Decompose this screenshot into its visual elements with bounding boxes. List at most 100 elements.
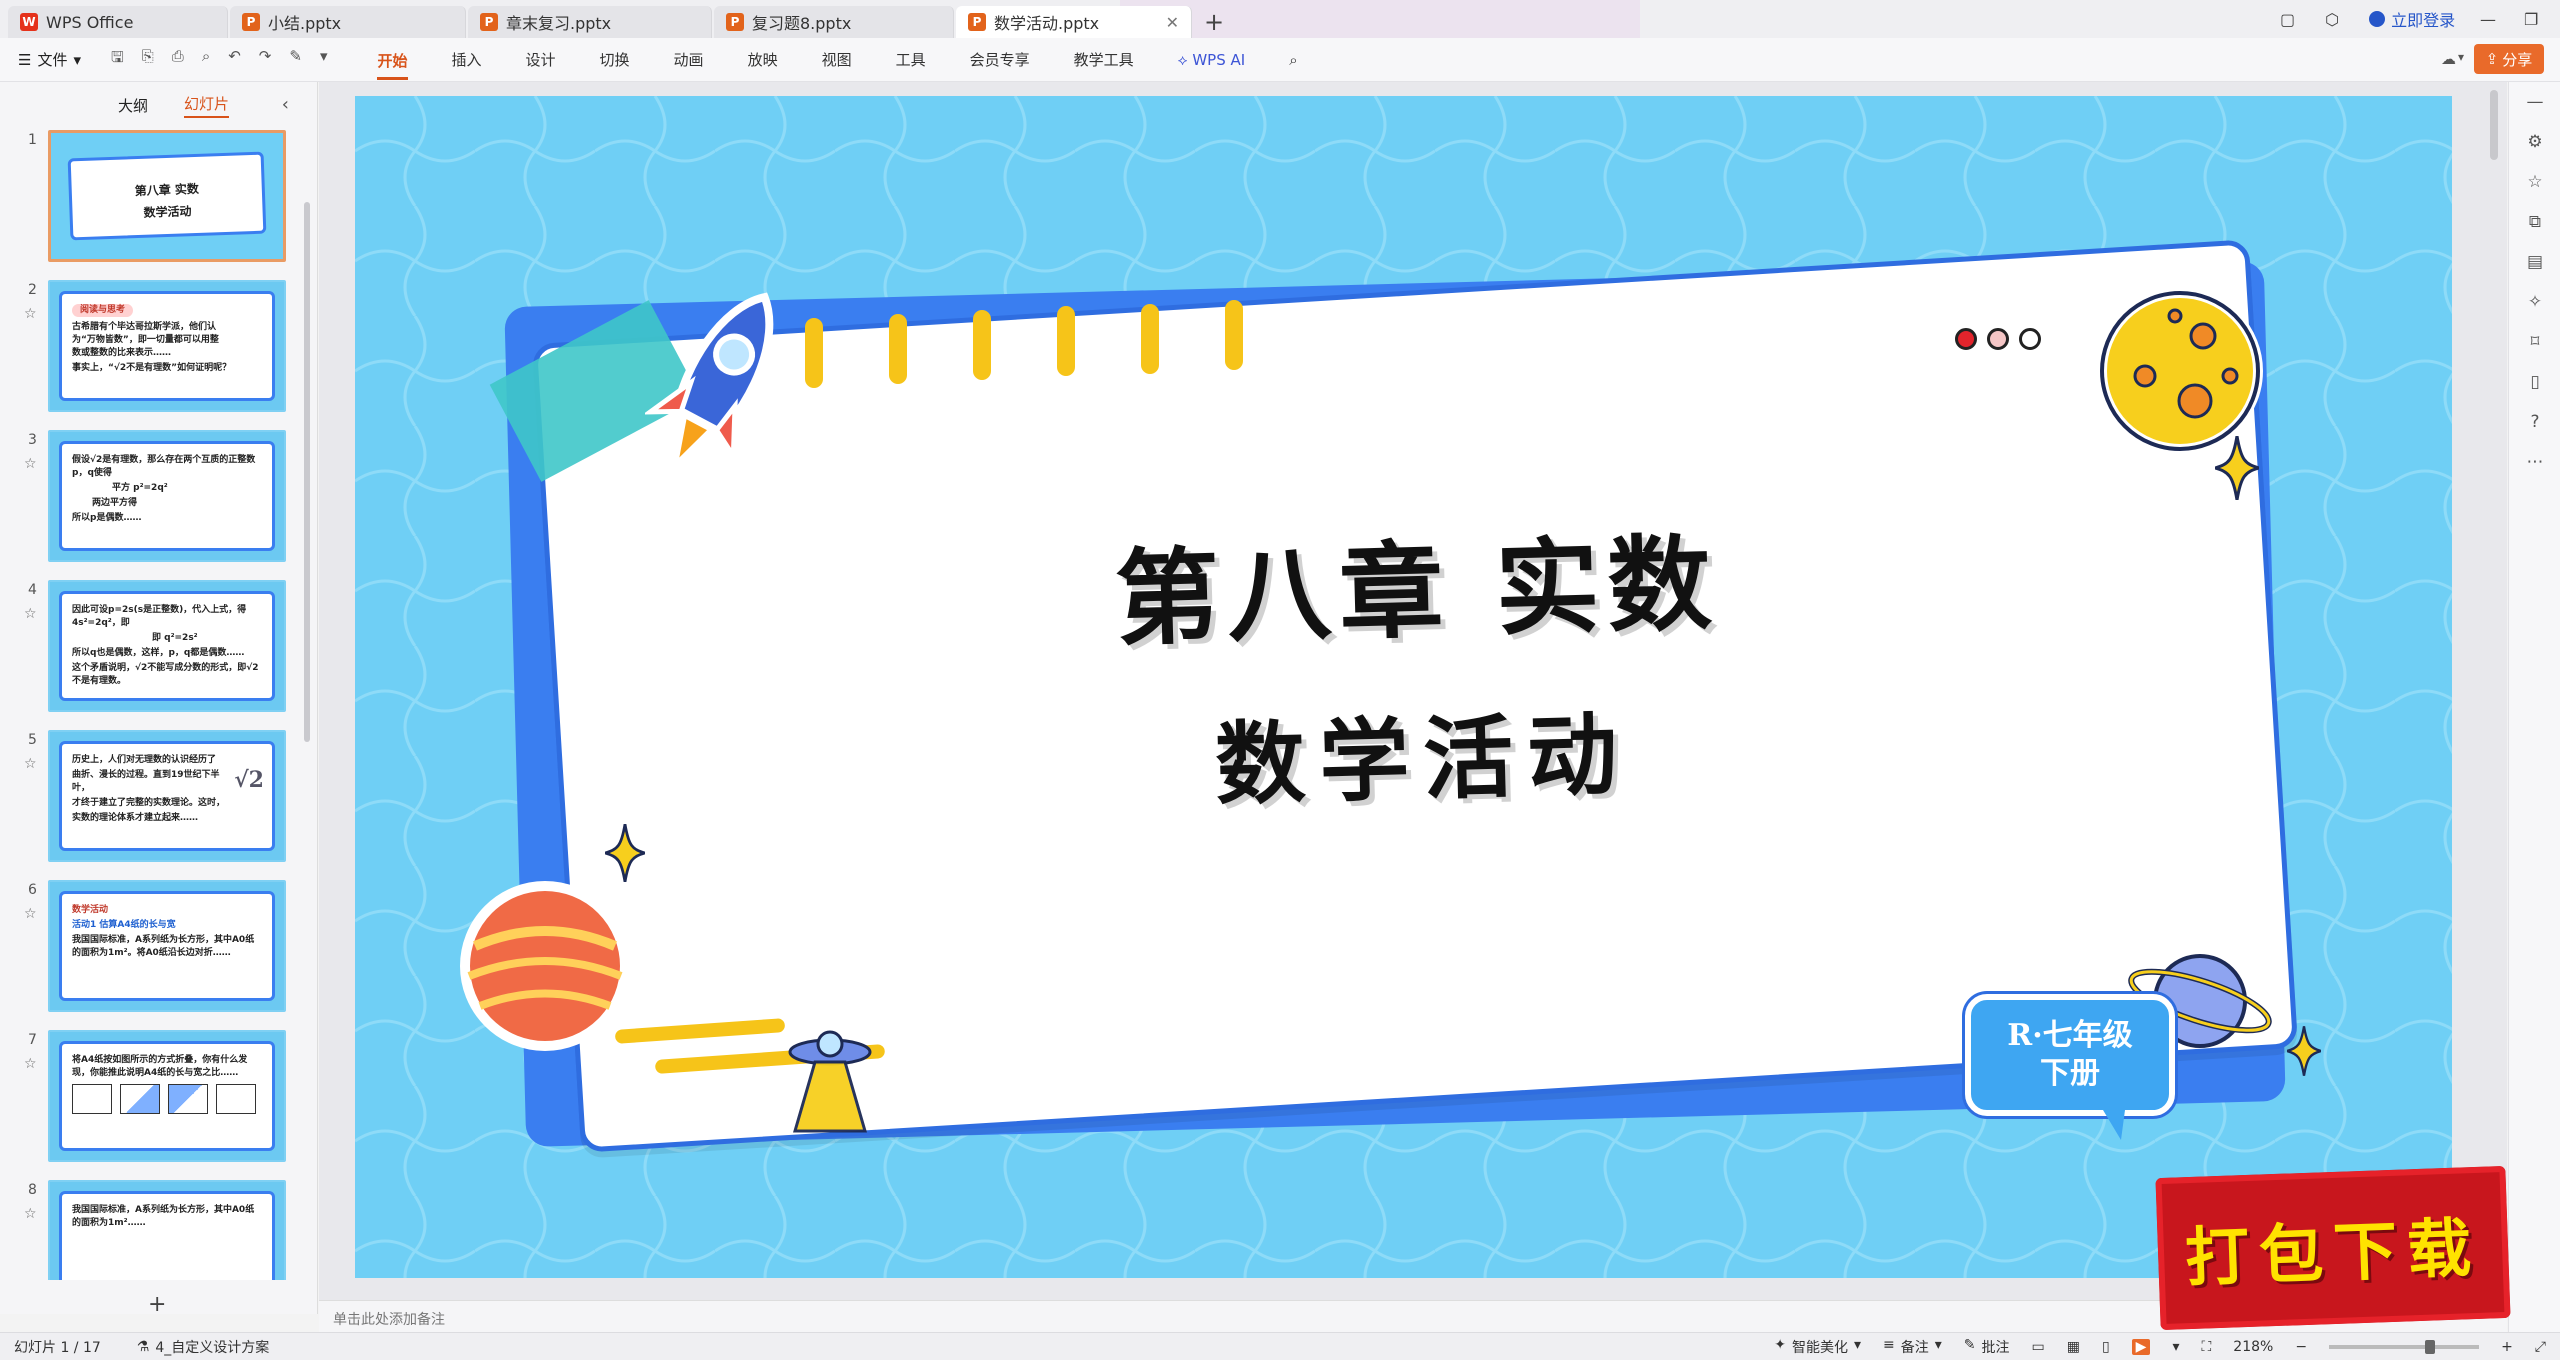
slide-thumbnail-4[interactable]: 4 ☆ 因此可设p=2s(s是正整数)，代入上式，得4s²=2q²，即 即 q²… xyxy=(0,580,318,720)
tab-document-active[interactable]: P 数学活动.pptx ✕ xyxy=(956,6,1192,38)
layout-icon[interactable]: ▤ xyxy=(2509,242,2560,282)
tab-slides[interactable]: 幻灯片 xyxy=(184,93,230,118)
thumbnail-text: 阅读与思考 xyxy=(72,304,134,317)
thumbnail-preview[interactable]: 数学活动 活动1 估算A4纸的长与宽 我国国际标准，A系列纸为长方形，其中A0纸… xyxy=(48,880,286,1012)
thumbnail-preview[interactable]: 第八章 实数 数学活动 xyxy=(48,130,286,262)
ribbon-tab-animation[interactable]: 动画 xyxy=(674,49,704,70)
undo-icon[interactable]: ↶ xyxy=(228,47,241,72)
comments-button[interactable]: ✎ 批注 xyxy=(1964,1337,2010,1357)
star-icon: ☆ xyxy=(24,906,37,922)
thumbnail-preview[interactable]: 因此可设p=2s(s是正整数)，代入上式，得4s²=2q²，即 即 q²=2s²… xyxy=(48,580,286,712)
thumbnail-preview[interactable]: 将A4纸按如图所示的方式折叠，你有什么发现，你能推此说明A4纸的长与宽之比…… xyxy=(48,1030,286,1162)
ribbon-tab-teaching[interactable]: 教学工具 xyxy=(1074,49,1134,70)
more-chevron-icon[interactable]: ▾ xyxy=(320,47,328,72)
more-icon[interactable]: ⋯ xyxy=(2509,442,2560,482)
slide-title[interactable]: 第八章 实数 xyxy=(1113,498,1757,666)
slide-editing-canvas: 第八章 实数 数学活动 R·七年级 下册 xyxy=(319,82,2507,1314)
ribbon-tab-insert[interactable]: 插入 xyxy=(452,49,482,70)
format-painter-icon[interactable]: ✎ xyxy=(289,47,302,72)
page-icon[interactable]: ▯ xyxy=(2509,362,2560,402)
save-icon[interactable]: 🖫 xyxy=(111,47,124,72)
close-icon[interactable]: ✕ xyxy=(1166,13,1179,32)
login-button[interactable]: 立即登录 xyxy=(2369,7,2455,31)
preview-icon[interactable]: ⌕ xyxy=(202,47,210,72)
thumbnail-text: 活动1 估算A4纸的长与宽 xyxy=(72,920,176,930)
export-icon[interactable]: ⎘ xyxy=(142,47,154,72)
zoom-out-icon[interactable]: − xyxy=(2295,1339,2307,1355)
chevron-down-icon: ▾ xyxy=(73,50,81,69)
minimize-icon[interactable]: — xyxy=(2480,10,2496,29)
tab-document[interactable]: P 小结.pptx xyxy=(230,6,466,38)
zoom-level[interactable]: 218% xyxy=(2233,1339,2273,1355)
thumbnail-preview[interactable]: 假设√2是有理数，那么存在两个互质的正整数p，q使得 平方 p²=2q² 两边平… xyxy=(48,430,286,562)
zoom-in-icon[interactable]: + xyxy=(2501,1339,2513,1355)
collapse-icon[interactable]: — xyxy=(2509,82,2560,122)
slide-subtitle[interactable]: 数学活动 xyxy=(1213,680,1696,823)
notes-toggle-button[interactable]: ≡ 备注 ▾ xyxy=(1883,1337,1942,1357)
slide-thumbnail-7[interactable]: 7 ☆ 将A4纸按如图所示的方式折叠，你有什么发现，你能推此说明A4纸的长与宽之… xyxy=(0,1030,318,1170)
collapse-panel-icon[interactable]: ‹ xyxy=(282,94,289,115)
tab-document[interactable]: P 章末复习.pptx xyxy=(468,6,712,38)
slide-thumbnail-2[interactable]: 2 ☆ 阅读与思考 古希腊有个毕达哥拉斯学派，他们认为“万物皆数”，即一切量都可… xyxy=(0,280,318,420)
help-icon[interactable]: ? xyxy=(2509,402,2560,442)
star-icon[interactable]: ☆ xyxy=(2509,162,2560,202)
theme-name[interactable]: ⚗ 4_自定义设计方案 xyxy=(137,1337,269,1357)
window-controls: — ❐ ✕ xyxy=(2480,0,2560,38)
chevron-down-icon[interactable]: ▾ xyxy=(2458,50,2464,64)
smart-beautify-button[interactable]: ✦ 智能美化 ▾ xyxy=(1774,1337,1861,1357)
thumbnail-preview[interactable]: 历史上，人们对无理数的认识经历了 曲折、漫长的过程。直到19世纪下半叶， 才终于… xyxy=(48,730,286,862)
zoom-slider[interactable] xyxy=(2329,1340,2480,1354)
copy-icon[interactable]: ⧉ xyxy=(2509,202,2560,242)
tab-label: 复习题8.pptx xyxy=(752,14,852,33)
ribbon-tab-tools[interactable]: 工具 xyxy=(896,49,926,70)
thumbnail-text: 我国国际标准，A系列纸为长方形，其中A0纸的面积为1m²…… xyxy=(72,1205,255,1228)
normal-view-icon[interactable]: ▭ xyxy=(2031,1339,2044,1355)
share-button[interactable]: ⇪ 分享 xyxy=(2474,44,2544,74)
window-layout-icon[interactable]: ▢ xyxy=(2280,10,2295,29)
redo-icon[interactable]: ↷ xyxy=(259,47,272,72)
sorter-view-icon[interactable]: ▦ xyxy=(2067,1339,2080,1355)
ribbon-tab-design[interactable]: 设计 xyxy=(526,49,556,70)
new-tab-plus-icon[interactable]: + xyxy=(1204,6,1224,38)
slide-thumbnail-6[interactable]: 6 ☆ 数学活动 活动1 估算A4纸的长与宽 我国国际标准，A系列纸为长方形，其… xyxy=(0,880,318,1020)
search-icon[interactable]: ⌕ xyxy=(1289,51,1297,69)
tab-wps-office[interactable]: W WPS Office xyxy=(8,6,228,38)
fullscreen-icon[interactable]: ⤢ xyxy=(2535,1339,2546,1355)
comments-label: 批注 xyxy=(1981,1340,2010,1356)
ribbon-tab-slideshow[interactable]: 放映 xyxy=(748,49,778,70)
current-slide[interactable]: 第八章 实数 数学活动 R·七年级 下册 xyxy=(355,96,2452,1278)
right-tool-strip: — ⚙ ☆ ⧉ ▤ ✧ ⌑ ▯ ? ⋯ xyxy=(2508,82,2560,1332)
ribbon-tab-transition[interactable]: 切换 xyxy=(600,49,630,70)
file-menu-button[interactable]: ☰ 文件 ▾ xyxy=(18,49,81,70)
cube-icon[interactable]: ⬡ xyxy=(2325,10,2339,29)
thumbnail-number: 6 xyxy=(28,882,37,898)
ribbon-tab-wps-ai[interactable]: ⟡ WPS AI xyxy=(1178,51,1246,69)
add-slide-plus-icon[interactable]: + xyxy=(148,1292,166,1317)
slide-thumbnail-3[interactable]: 3 ☆ 假设√2是有理数，那么存在两个互质的正整数p，q使得 平方 p²=2q²… xyxy=(0,430,318,570)
maximize-icon[interactable]: ❐ xyxy=(2524,10,2538,29)
fit-window-icon[interactable]: ⛶ xyxy=(2201,1339,2211,1355)
star-icon: ☆ xyxy=(24,756,37,772)
cloud-sync-icon[interactable]: ☁ xyxy=(2441,50,2456,68)
slide-thumbnail-1[interactable]: 1 第八章 实数 数学活动 xyxy=(0,130,318,270)
thumbnail-preview[interactable]: 阅读与思考 古希腊有个毕达哥拉斯学派，他们认为“万物皆数”，即一切量都可以用整数… xyxy=(48,280,286,412)
tab-outline[interactable]: 大纲 xyxy=(118,95,148,116)
bookmark-icon[interactable]: ⌑ xyxy=(2509,322,2560,362)
adjust-icon[interactable]: ⚙ xyxy=(2509,122,2560,162)
ribbon-tab-view[interactable]: 视图 xyxy=(822,49,852,70)
canvas-vertical-scrollbar[interactable] xyxy=(2490,90,2498,160)
download-package-badge[interactable]: 打包下载 xyxy=(2155,1165,2511,1331)
slide-thumbnail-8[interactable]: 8 ☆ 我国国际标准，A系列纸为长方形，其中A0纸的面积为1m²…… xyxy=(0,1180,318,1280)
fold-diagrams xyxy=(72,1084,262,1114)
print-icon[interactable]: ⎙ xyxy=(172,47,184,72)
thumbnail-preview[interactable]: 我国国际标准，A系列纸为长方形，其中A0纸的面积为1m²…… xyxy=(48,1180,286,1280)
reading-view-icon[interactable]: ▯ xyxy=(2102,1339,2110,1355)
slide-thumbnail-5[interactable]: 5 ☆ 历史上，人们对无理数的认识经历了 曲折、漫长的过程。直到19世纪下半叶，… xyxy=(0,730,318,870)
play-slideshow-icon[interactable]: ▶ xyxy=(2131,1339,2151,1355)
ribbon-tab-home[interactable]: 开始 xyxy=(377,50,408,80)
magic-wand-icon[interactable]: ✧ xyxy=(2509,282,2560,322)
chevron-down-icon[interactable]: ▾ xyxy=(2172,1339,2179,1355)
tab-document[interactable]: P 复习题8.pptx xyxy=(714,6,954,38)
thumbnail-text: 所以q也是偶数，这样，p，q都是偶数…… xyxy=(72,648,245,658)
ribbon-tab-member[interactable]: 会员专享 xyxy=(970,49,1030,70)
